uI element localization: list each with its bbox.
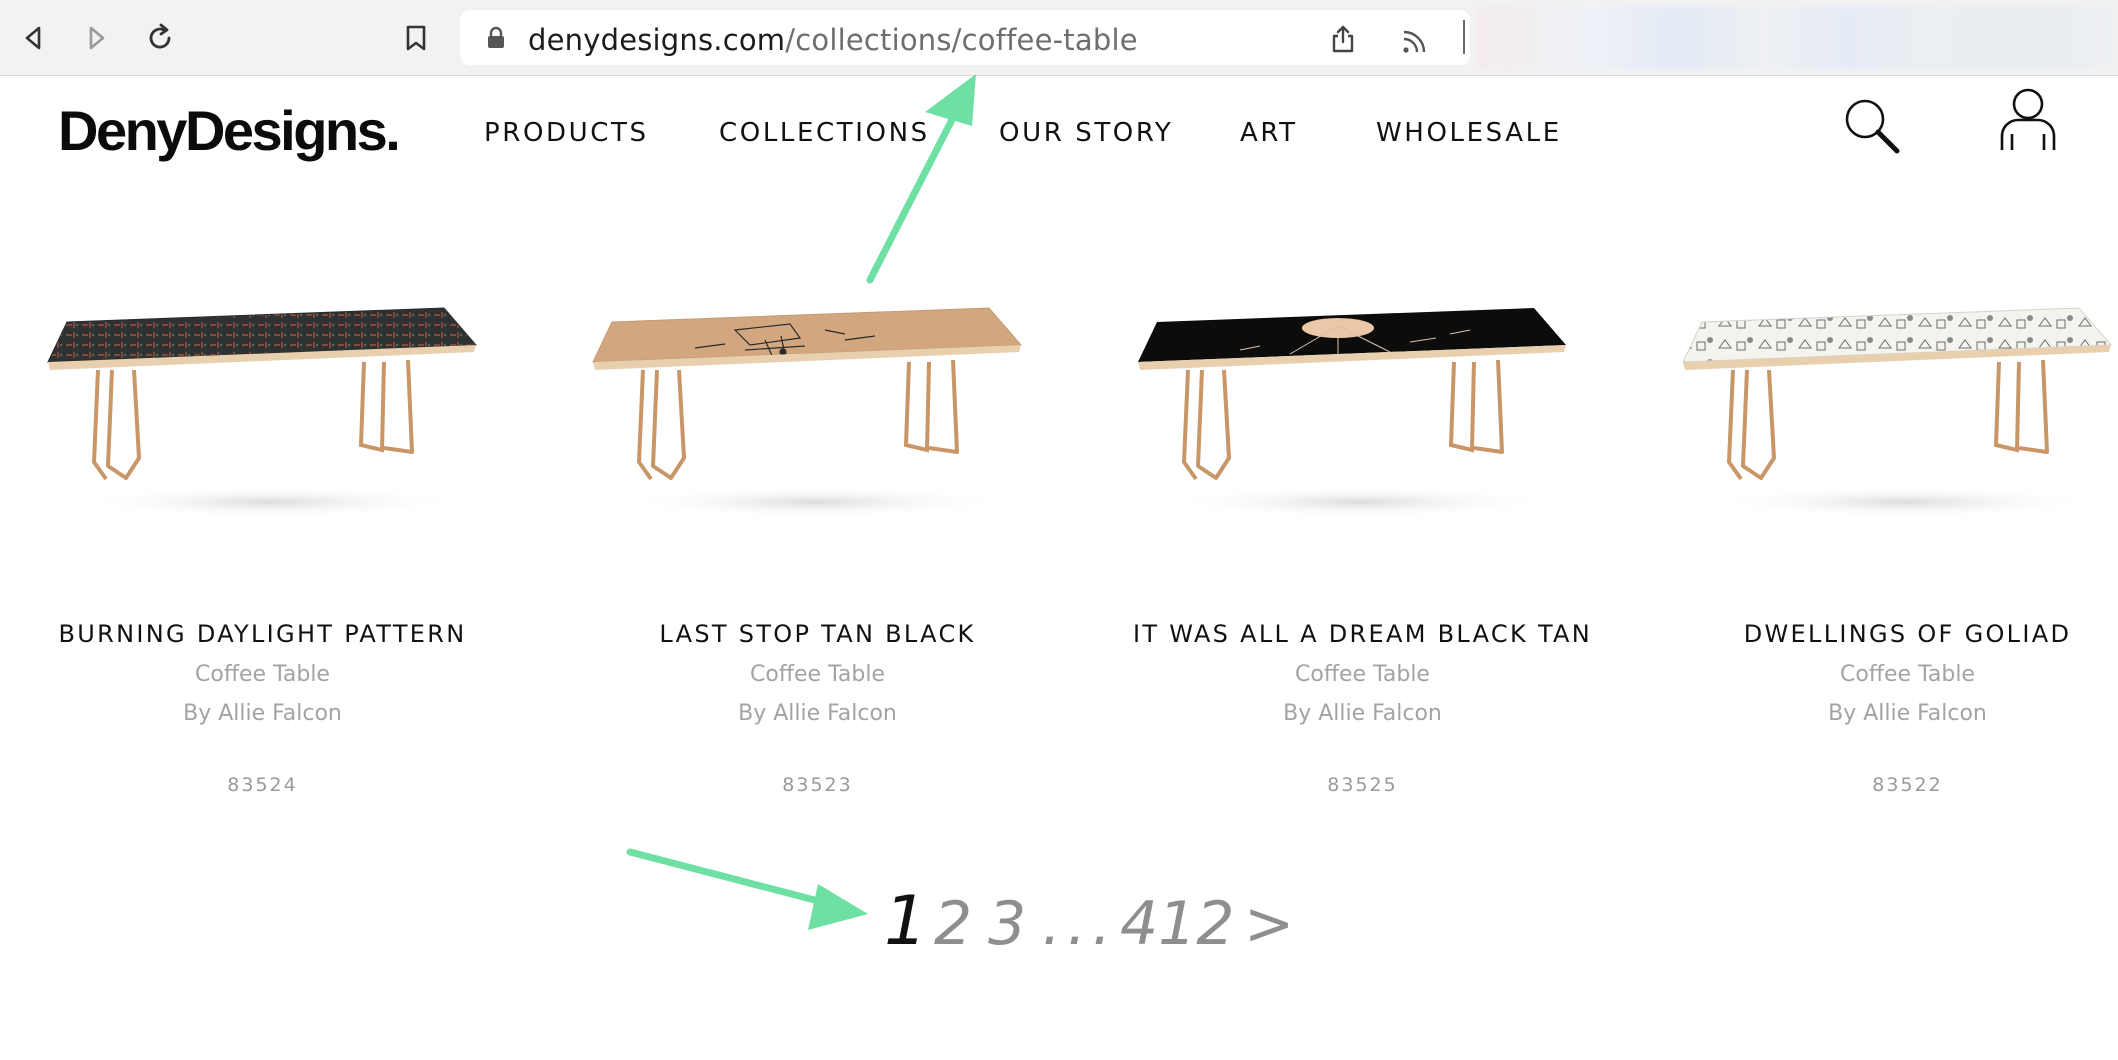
product-card-3[interactable]: IT WAS ALL A DREAM BLACK TAN Coffee Tabl… bbox=[1090, 290, 1635, 810]
search-icon bbox=[1845, 99, 1900, 154]
bookmark-icon bbox=[406, 25, 426, 51]
nav-products[interactable]: PRODUCTS bbox=[484, 118, 649, 148]
product-title[interactable]: LAST STOP TAN BLACK bbox=[545, 620, 1090, 648]
annotation-arrow-pagination bbox=[626, 848, 868, 930]
product-type: Coffee Table bbox=[195, 662, 330, 687]
url-path: /collections/coffee-table bbox=[785, 23, 1138, 57]
product-artist[interactable]: By Allie Falcon bbox=[545, 701, 1090, 726]
lock-icon bbox=[488, 26, 504, 48]
reload-icon bbox=[149, 23, 171, 49]
browser-toolbar: denydesigns.com/collections/coffee-table bbox=[0, 0, 2118, 76]
nav-our-story[interactable]: OUR STORY bbox=[999, 118, 1173, 148]
product-title[interactable]: BURNING DAYLIGHT PATTERN bbox=[0, 620, 535, 648]
product-type: Coffee Table bbox=[1840, 662, 1975, 687]
next-page-link[interactable]: > bbox=[1244, 894, 1294, 954]
account-button[interactable] bbox=[1996, 86, 2060, 152]
product-artist[interactable]: By Allie Falcon bbox=[0, 701, 535, 726]
product-image-3[interactable] bbox=[1090, 290, 1635, 560]
product-sku: 83524 bbox=[227, 774, 298, 796]
site-logo[interactable]: DenyDesigns. bbox=[58, 98, 401, 163]
product-artist[interactable]: By Allie Falcon bbox=[1090, 701, 1635, 726]
product-image-1[interactable] bbox=[0, 290, 545, 560]
share-icon[interactable] bbox=[1330, 24, 1356, 54]
product-title[interactable]: IT WAS ALL A DREAM BLACK TAN bbox=[1090, 620, 1635, 648]
page-2-link[interactable]: 2 bbox=[934, 894, 972, 954]
annotation-arrow-url bbox=[866, 74, 976, 284]
reload-button[interactable] bbox=[140, 18, 180, 58]
cast-icon[interactable] bbox=[1400, 26, 1430, 54]
user-icon bbox=[2000, 88, 2056, 150]
bookmark-button[interactable] bbox=[396, 18, 436, 58]
pagination-ellipsis: ... bbox=[1042, 889, 1118, 959]
back-button[interactable] bbox=[14, 18, 54, 58]
product-artist[interactable]: By Allie Falcon bbox=[1635, 701, 2118, 726]
product-type: Coffee Table bbox=[1295, 662, 1430, 687]
nav-art[interactable]: ART bbox=[1240, 118, 1298, 148]
product-image-4[interactable] bbox=[1635, 290, 2118, 560]
product-title[interactable]: DWELLINGS OF GOLIAD bbox=[1635, 620, 2118, 648]
product-sku: 83522 bbox=[1872, 774, 1943, 796]
page-last-link[interactable]: 412 bbox=[1120, 894, 1235, 954]
product-card-4[interactable]: DWELLINGS OF GOLIAD Coffee Table By Alli… bbox=[1635, 290, 2118, 810]
chevron-left-icon bbox=[25, 26, 41, 50]
nav-collections[interactable]: COLLECTIONS bbox=[719, 118, 930, 148]
search-button[interactable] bbox=[1840, 94, 1904, 158]
product-card-2[interactable]: LAST STOP TAN BLACK Coffee Table By Alli… bbox=[545, 290, 1090, 810]
chevron-right-icon bbox=[89, 26, 105, 50]
page-current: 1 bbox=[884, 882, 928, 961]
url-text: denydesigns.com/collections/coffee-table bbox=[528, 23, 1138, 57]
product-type: Coffee Table bbox=[750, 662, 885, 687]
product-sku: 83523 bbox=[782, 774, 853, 796]
product-card-1[interactable]: BURNING DAYLIGHT PATTERN Coffee Table By… bbox=[0, 290, 545, 810]
blurred-extensions-area bbox=[1475, 6, 2118, 70]
product-sku: 83525 bbox=[1327, 774, 1398, 796]
toolbar-divider bbox=[1463, 20, 1465, 54]
product-image-2[interactable] bbox=[545, 290, 1090, 560]
address-bar[interactable]: denydesigns.com/collections/coffee-table bbox=[460, 10, 1470, 65]
nav-wholesale[interactable]: WHOLESALE bbox=[1376, 118, 1562, 148]
forward-button[interactable] bbox=[76, 18, 116, 58]
page-3-link[interactable]: 3 bbox=[988, 894, 1026, 954]
url-domain: denydesigns.com bbox=[528, 23, 786, 57]
